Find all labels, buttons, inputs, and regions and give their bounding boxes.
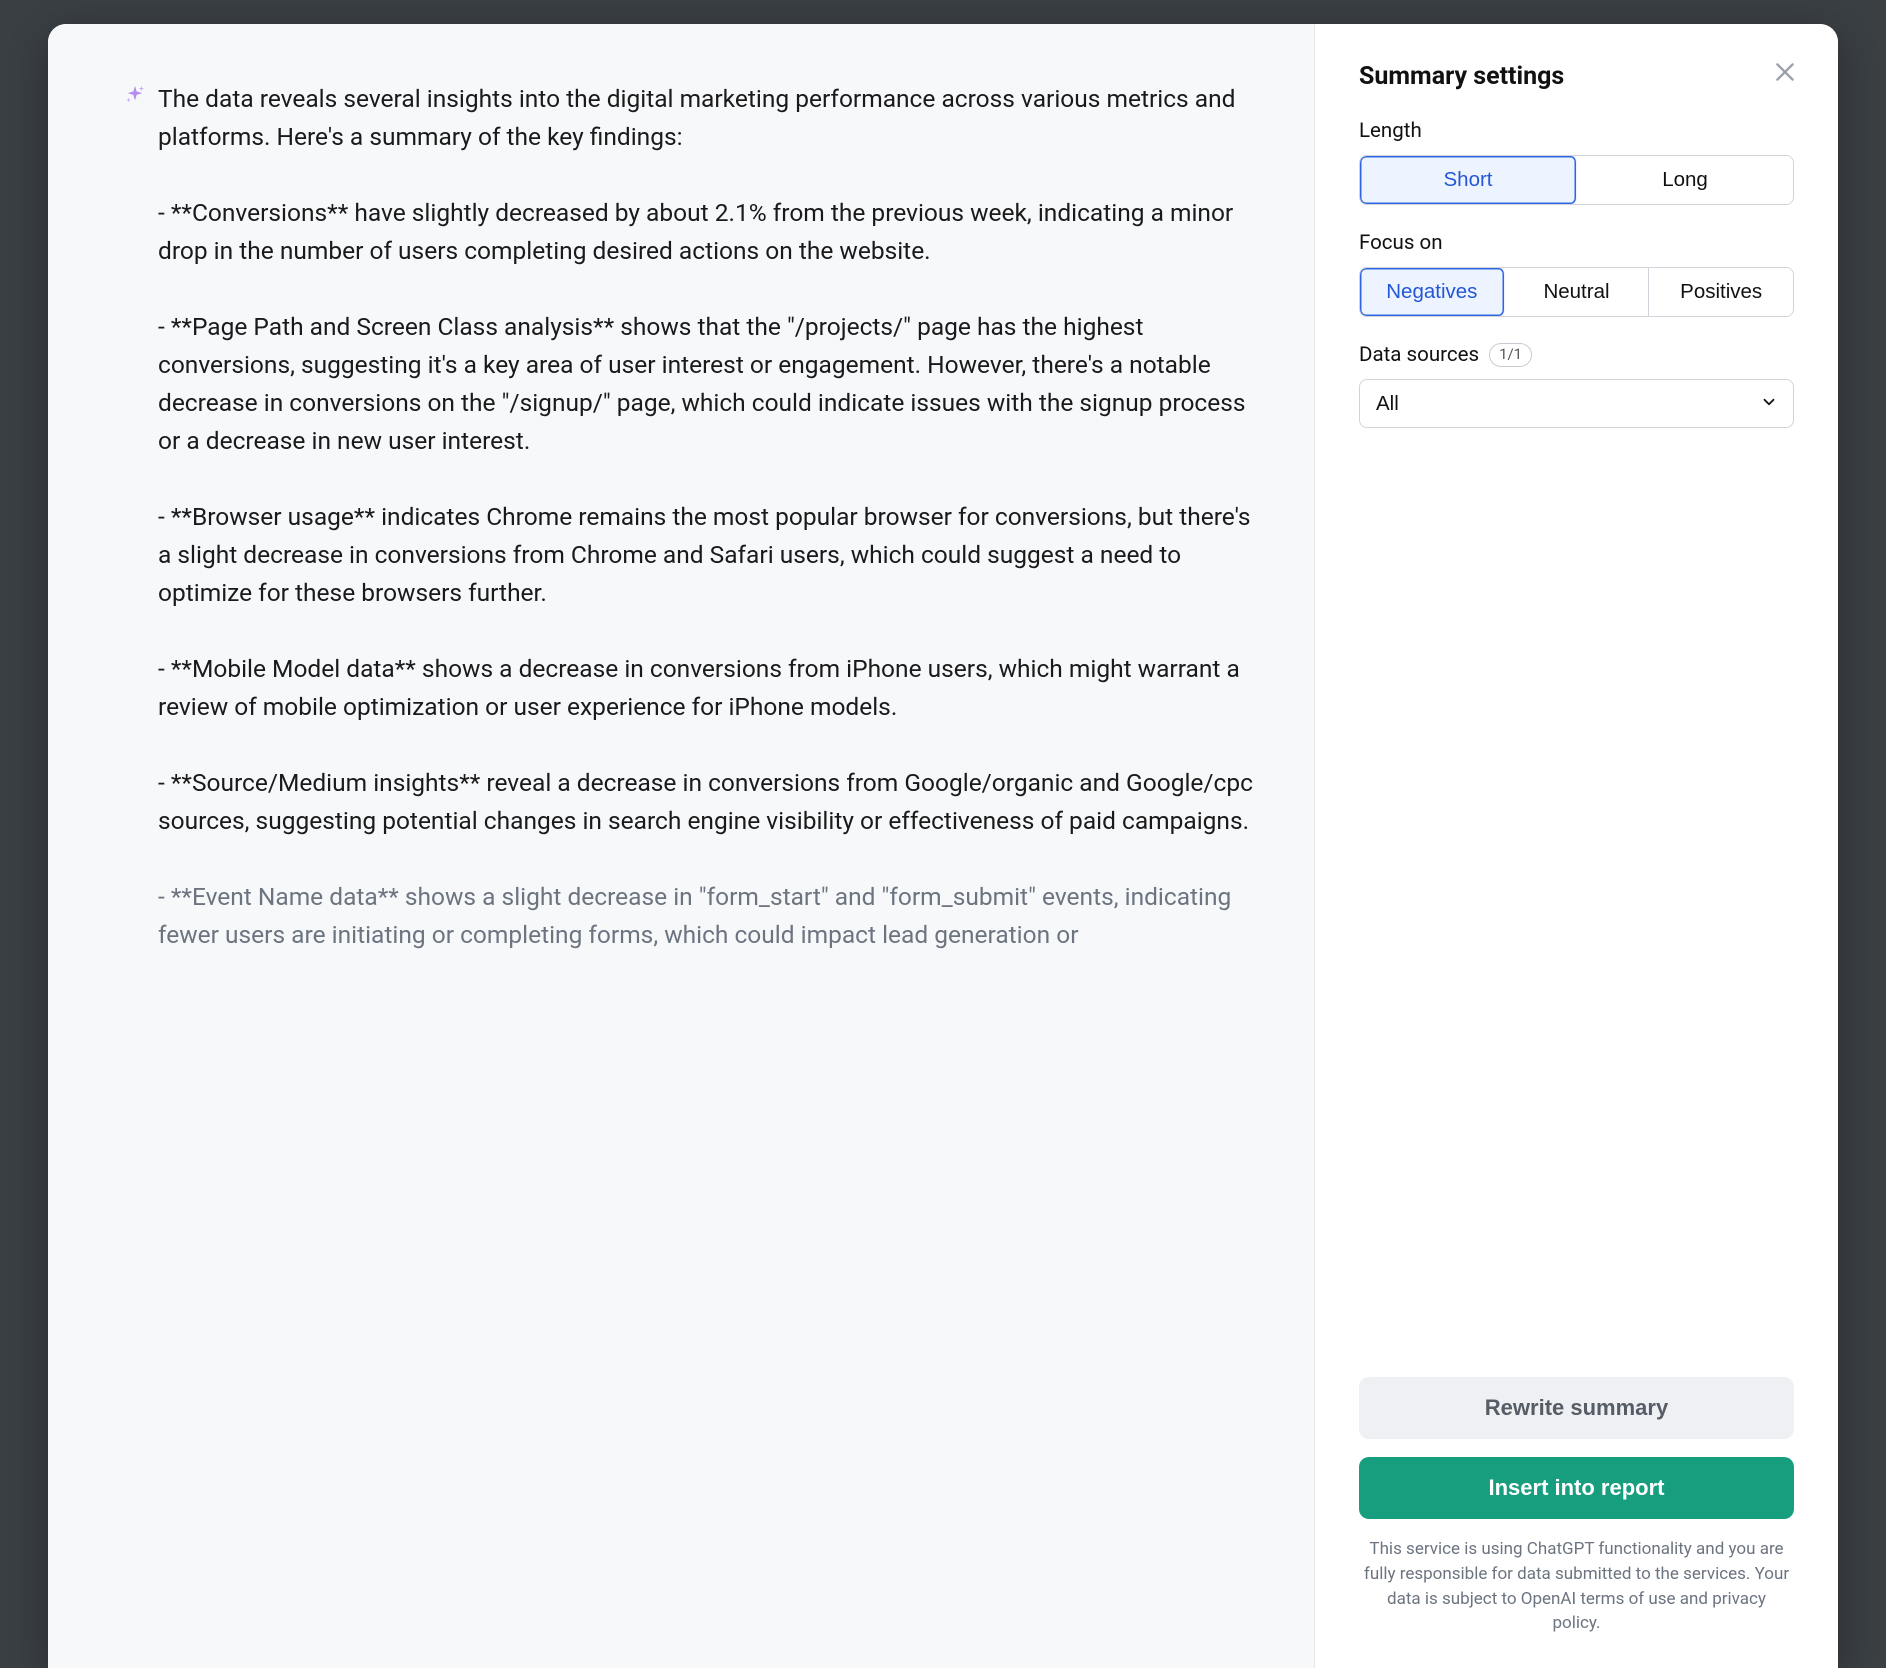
length-segmented: Short Long <box>1359 155 1794 205</box>
settings-panel: Summary settings Length Short Long Focus… <box>1314 24 1838 1668</box>
length-long-button[interactable]: Long <box>1577 156 1793 204</box>
data-sources-label-text: Data sources <box>1359 343 1479 367</box>
data-sources-label: Data sources 1/1 <box>1359 343 1794 367</box>
rewrite-summary-button[interactable]: Rewrite summary <box>1359 1377 1794 1439</box>
summary-content: The data reveals several insights into t… <box>158 80 1258 993</box>
length-label: Length <box>1359 119 1794 143</box>
data-sources-select[interactable]: All <box>1359 379 1794 428</box>
summary-bullet: - **Conversions** have slightly decrease… <box>158 194 1258 270</box>
ai-sparkle-icon <box>124 84 146 106</box>
focus-label: Focus on <box>1359 231 1794 255</box>
summary-panel: The data reveals several insights into t… <box>48 24 1314 1668</box>
close-icon <box>1772 59 1798 88</box>
focus-segmented: Negatives Neutral Positives <box>1359 267 1794 317</box>
summary-modal: The data reveals several insights into t… <box>48 24 1838 1668</box>
summary-bullet: - **Browser usage** indicates Chrome rem… <box>158 498 1258 612</box>
summary-bullet: - **Source/Medium insights** reveal a de… <box>158 764 1258 840</box>
disclaimer-text: This service is using ChatGPT functional… <box>1359 1537 1794 1636</box>
focus-negatives-button[interactable]: Negatives <box>1360 268 1505 316</box>
data-sources-count: 1/1 <box>1489 343 1532 367</box>
length-short-button[interactable]: Short <box>1360 156 1577 204</box>
summary-bullet: - **Mobile Model data** shows a decrease… <box>158 650 1258 726</box>
settings-title: Summary settings <box>1359 62 1794 91</box>
insert-into-report-button[interactable]: Insert into report <box>1359 1457 1794 1519</box>
focus-positives-button[interactable]: Positives <box>1649 268 1793 316</box>
summary-intro: The data reveals several insights into t… <box>158 80 1258 156</box>
summary-bullet: - **Event Name data** shows a slight dec… <box>158 878 1258 954</box>
focus-neutral-button[interactable]: Neutral <box>1505 268 1650 316</box>
summary-bullet: - **Page Path and Screen Class analysis*… <box>158 308 1258 460</box>
close-button[interactable] <box>1768 56 1802 90</box>
